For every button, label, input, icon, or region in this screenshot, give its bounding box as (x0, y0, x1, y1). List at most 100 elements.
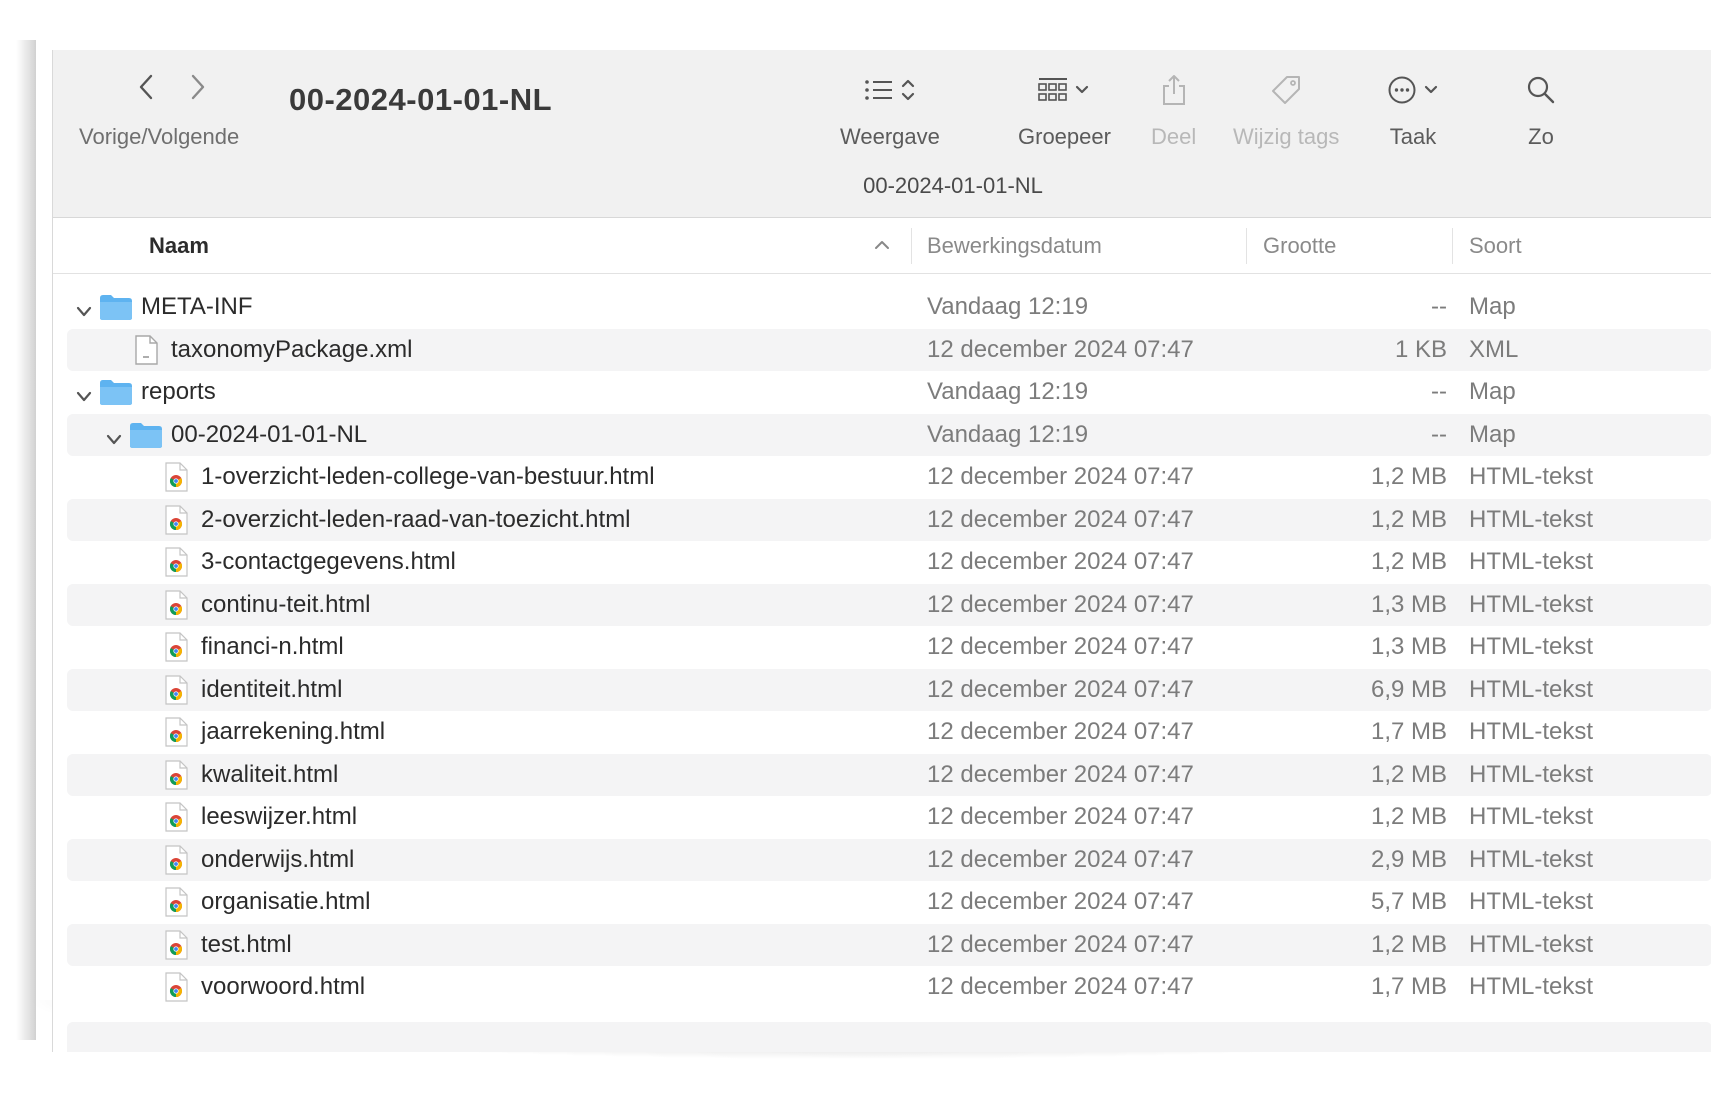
file-name: 2-overzicht-leden-raad-van-toezicht.html (201, 505, 631, 533)
html-file-icon (159, 547, 193, 577)
html-file-icon (159, 504, 193, 535)
table-row[interactable]: 00-2024-01-01-NL Vandaag 12:19 -- Map (67, 413, 1711, 456)
view-button[interactable]: Weergave (840, 70, 940, 150)
file-kind: Map (1469, 420, 1516, 448)
group-icon (1038, 78, 1068, 101)
file-kind: HTML-tekst (1469, 718, 1594, 745)
chevron-left-icon (139, 74, 153, 100)
table-row[interactable]: reports Vandaag 12:19 -- Map (67, 371, 1711, 413)
file-kind: HTML-tekst (1469, 675, 1594, 703)
folder-icon (99, 377, 133, 407)
table-row[interactable]: organisatie.html 12 december 2024 07:47 5,… (67, 881, 1711, 923)
file-date: 12 december 2024 07:47 (927, 718, 1194, 745)
group-button[interactable]: Groepeer (1018, 70, 1111, 150)
html-file-icon (159, 589, 193, 620)
file-date: 12 december 2024 07:47 (927, 888, 1194, 915)
file-name: continu-teit.html (201, 590, 371, 618)
disclosure-chevron-icon[interactable] (105, 427, 123, 444)
html-file-icon (159, 929, 193, 960)
file-date: 12 december 2024 07:47 (927, 590, 1194, 618)
column-size[interactable]: Grootte (1263, 218, 1336, 273)
file-kind: Map (1469, 378, 1516, 405)
table-row[interactable]: 2-overzicht-leden-raad-van-toezicht.html… (67, 498, 1711, 541)
edit-tags-button[interactable]: Wijzig tags (1233, 70, 1339, 150)
file-name: reports (141, 378, 216, 405)
html-file-icon (159, 844, 193, 875)
window-shadow-left (16, 40, 36, 1040)
column-kind[interactable]: Soort (1469, 218, 1522, 273)
file-size: 1,7 MB (1370, 718, 1447, 745)
view-label: Weergave (840, 124, 940, 149)
back-button[interactable] (135, 72, 157, 102)
chevron-down-icon (1424, 85, 1438, 94)
file-name: test.html (201, 930, 292, 958)
share-button[interactable]: Deel (1151, 70, 1196, 150)
file-size: 1,2 MB (1370, 463, 1447, 490)
file-date: Vandaag 12:19 (927, 378, 1089, 405)
folder-icon (129, 420, 163, 450)
table-row[interactable]: jaarrekening.html 12 december 2024 07:47 1… (67, 711, 1711, 753)
file-name: financi-n.html (201, 633, 344, 660)
file-kind: HTML-tekst (1469, 888, 1594, 915)
file-size: 1,2 MB (1370, 548, 1447, 575)
chevron-down-icon (1076, 85, 1089, 94)
file-name: organisatie.html (201, 888, 371, 915)
html-file-icon (159, 717, 193, 747)
file-date: 12 december 2024 07:47 (927, 675, 1194, 703)
file-date: 12 december 2024 07:47 (927, 803, 1194, 830)
search-button[interactable]: Zo (1526, 70, 1556, 150)
table-row[interactable]: identiteit.html 12 december 2024 07:47 6,9… (67, 668, 1711, 711)
edit-tags-label: Wijzig tags (1233, 124, 1340, 149)
table-row[interactable]: 1-overzicht-leden-college-van-bestuur.ht… (67, 456, 1711, 498)
table-row[interactable]: financi-n.html 12 december 2024 07:47 1,3 … (67, 626, 1711, 668)
sort-ascending-icon[interactable] (873, 236, 891, 254)
file-name: leeswijzer.html (201, 803, 358, 830)
file-size: 1,2 MB (1370, 760, 1447, 788)
file-date: 12 december 2024 07:47 (927, 845, 1194, 873)
html-file-icon (159, 462, 193, 492)
nav-arrows (135, 72, 209, 102)
html-file-icon (159, 887, 193, 917)
table-row[interactable]: 3-contactgegevens.html 12 december 2024 0… (67, 541, 1711, 583)
file-name: 3-contactgegevens.html (201, 548, 456, 575)
html-file-icon (159, 674, 193, 705)
table-row[interactable]: voorwoord.html 12 december 2024 07:47 1,7 … (67, 966, 1711, 1008)
table-row[interactable]: taxonomyPackage.xml 12 december 2024 07:4… (67, 328, 1711, 371)
share-label: Deel (1151, 124, 1197, 149)
column-separator[interactable] (1452, 228, 1453, 264)
file-kind: HTML-tekst (1469, 463, 1594, 490)
forward-button[interactable] (187, 72, 209, 102)
html-file-icon (159, 632, 193, 662)
column-header: Naam Bewerkingsdatum Grootte Soort (53, 218, 1711, 274)
nav-label: Vorige/Volgende (79, 124, 240, 149)
column-separator[interactable] (911, 228, 912, 264)
table-row[interactable]: onderwijs.html 12 december 2024 07:47 2,9 … (67, 838, 1711, 881)
file-date: Vandaag 12:19 (927, 420, 1089, 448)
file-size: 1,2 MB (1370, 505, 1447, 533)
html-file-icon (159, 972, 193, 1002)
file-kind: HTML-tekst (1469, 930, 1594, 958)
file-size: -- (1431, 293, 1447, 320)
table-row[interactable]: leeswijzer.html 12 december 2024 07:47 1,2… (67, 796, 1711, 838)
list-view-icon (865, 80, 892, 100)
column-separator[interactable] (1246, 228, 1247, 264)
column-name[interactable]: Naam (149, 218, 209, 273)
table-row[interactable]: test.html 12 december 2024 07:47 1,2 MB HTM… (67, 923, 1711, 966)
table-row[interactable]: continu-teit.html 12 december 2024 07:47 1… (67, 583, 1711, 626)
search-icon (1527, 76, 1555, 104)
window-title: 00-2024-01-01-NL (289, 82, 553, 117)
file-size: 1,3 MB (1370, 590, 1447, 618)
column-date[interactable]: Bewerkingsdatum (927, 218, 1102, 273)
share-icon (1162, 75, 1185, 105)
disclosure-chevron-icon[interactable] (75, 384, 93, 402)
disclosure-chevron-icon[interactable] (75, 299, 93, 317)
table-row[interactable]: kwaliteit.html 12 december 2024 07:47 1,2 … (67, 753, 1711, 796)
table-row[interactable]: META-INF Vandaag 12:19 -- Map (67, 286, 1711, 328)
file-size: 6,9 MB (1370, 675, 1447, 703)
action-button[interactable]: Taak (1387, 70, 1439, 150)
file-size: 1 KB (1394, 335, 1447, 363)
file-date: 12 december 2024 07:47 (927, 633, 1194, 660)
search-label: Zo (1528, 124, 1554, 149)
empty-row (67, 1022, 1711, 1052)
html-file-icon (159, 759, 193, 790)
